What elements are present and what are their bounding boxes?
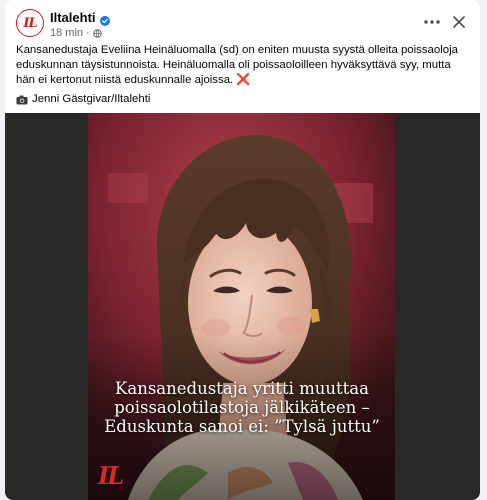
photo-credit-text: Jenni Gästgivar/Iltalehti: [32, 93, 151, 105]
close-icon: [453, 16, 465, 28]
portrait-illustration: [88, 113, 395, 500]
avatar-logo-text: IL: [23, 15, 37, 31]
page-name[interactable]: Iltalehti: [50, 10, 96, 25]
verified-badge-icon: [99, 13, 110, 26]
post-meta: 18 min ·: [50, 27, 102, 39]
article-photo[interactable]: Kansanedustaja yritti muuttaa poissaolot…: [88, 113, 395, 500]
camera-icon: [16, 95, 28, 105]
more-options-button[interactable]: [420, 10, 444, 34]
post-timestamp[interactable]: 18 min: [50, 27, 83, 39]
iltalehti-logo: IL: [98, 461, 124, 490]
close-button[interactable]: [447, 10, 471, 34]
post-paragraph: Kansanedustaja Eveliina Heinäluomalla (s…: [16, 43, 471, 88]
more-options-icon: [424, 20, 440, 24]
post-message: Kansanedustaja Eveliina Heinäluomalla (s…: [16, 43, 471, 88]
post-header: IL Iltalehti 18 min ·: [5, 0, 480, 44]
page-avatar[interactable]: IL: [16, 9, 44, 37]
meta-separator: ·: [86, 27, 90, 39]
page-name-row: Iltalehti: [50, 10, 110, 26]
article-headline: Kansanedustaja yritti muuttaa poissaolot…: [104, 379, 380, 436]
cross-mark-emoji: ❌: [236, 74, 251, 86]
globe-icon[interactable]: [92, 28, 102, 38]
post-card: IL Iltalehti 18 min · Kansanedustaja Eve…: [5, 0, 480, 500]
post-media[interactable]: Kansanedustaja yritti muuttaa poissaolot…: [5, 113, 480, 500]
photo-credit: Jenni Gästgivar/Iltalehti: [16, 92, 150, 107]
